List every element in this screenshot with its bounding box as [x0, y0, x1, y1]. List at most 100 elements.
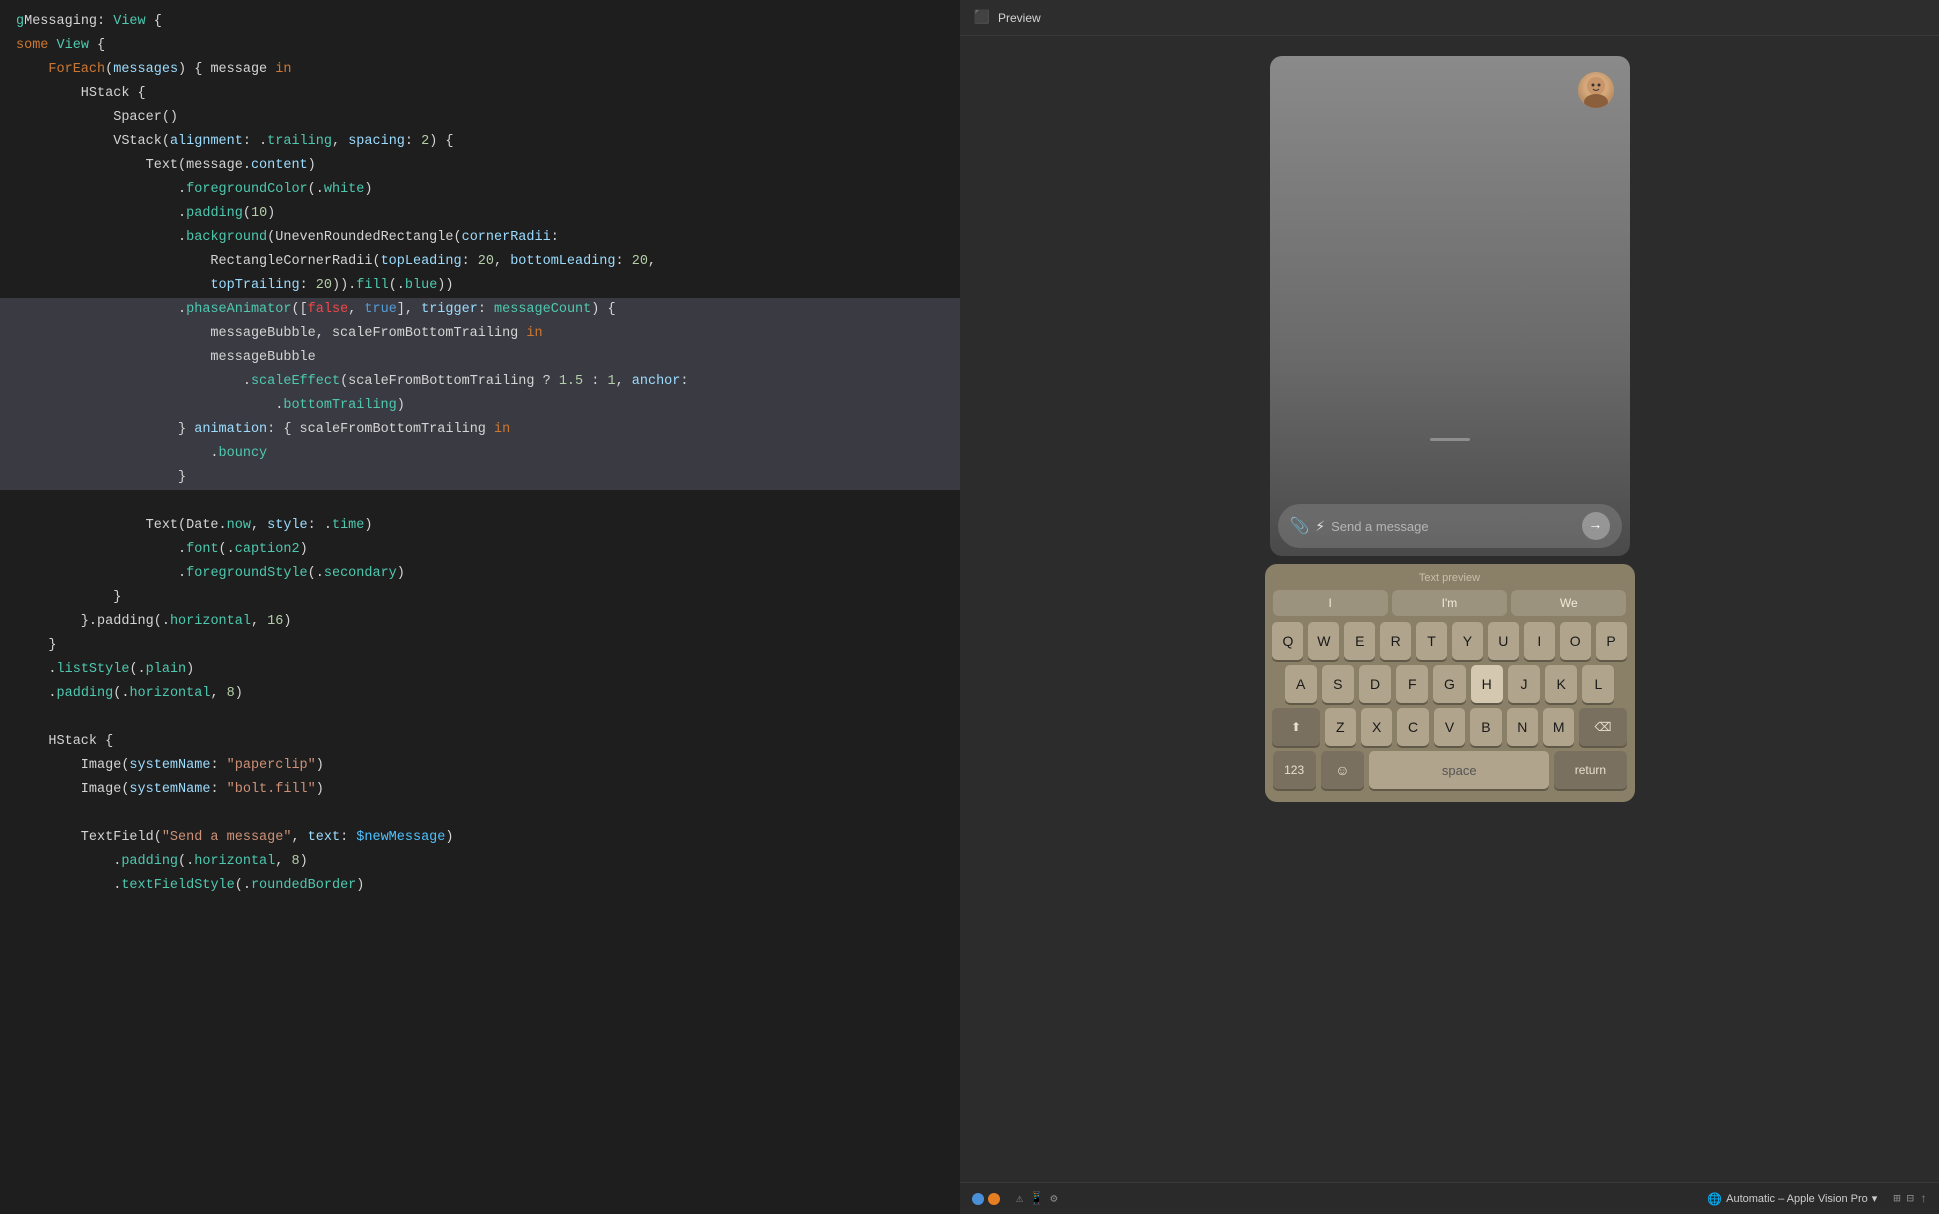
code-editor: gMessaging: View { some View { ForEach(m… [0, 0, 960, 1214]
grid-icon[interactable]: ⊟ [1907, 1191, 1914, 1206]
suggestion-i[interactable]: I [1273, 590, 1388, 616]
key-c[interactable]: C [1397, 708, 1428, 746]
key-u[interactable]: U [1488, 622, 1519, 660]
send-button[interactable]: → [1582, 512, 1610, 540]
code-line: some View { [0, 34, 960, 58]
suggestion-im[interactable]: I'm [1392, 590, 1507, 616]
code-line: TextField("Send a message", text: $newMe… [0, 826, 960, 850]
key-r[interactable]: R [1380, 622, 1411, 660]
key-f[interactable]: F [1396, 665, 1428, 703]
code-line: .background(UnevenRoundedRectangle(corne… [0, 226, 960, 250]
keyboard-row-4: 123 ☺ space return [1273, 751, 1627, 789]
code-line: .foregroundColor(.white) [0, 178, 960, 202]
code-line: } [0, 586, 960, 610]
key-return[interactable]: return [1554, 751, 1626, 789]
main-area: gMessaging: View { some View { ForEach(m… [0, 0, 1939, 1214]
keyboard: Text preview I I'm We Q W E R T Y U [1265, 564, 1635, 802]
code-line-highlighted: } [0, 466, 960, 490]
suggestion-we[interactable]: We [1511, 590, 1626, 616]
key-b[interactable]: B [1470, 708, 1501, 746]
key-space[interactable]: space [1369, 751, 1549, 789]
messages-input-area[interactable]: 📎 ⚡ Send a message → [1278, 504, 1622, 548]
preview-header: ⬛ Preview [960, 0, 1939, 36]
code-line-highlighted: .phaseAnimator([false, true], trigger: m… [0, 298, 960, 322]
status-bar: ⚠ 📱 ⚙ 🌐 Automatic – Apple Vision Pro ▾ ⊞… [960, 1182, 1939, 1214]
key-e[interactable]: E [1344, 622, 1375, 660]
paperclip-icon[interactable]: 📎 [1290, 516, 1310, 536]
key-v[interactable]: V [1434, 708, 1465, 746]
code-line: gMessaging: View { [0, 10, 960, 34]
globe-icon: 🌐 [1707, 1192, 1722, 1206]
right-status-icons: ⊞ ⊟ ↑ [1893, 1191, 1927, 1206]
key-t[interactable]: T [1416, 622, 1447, 660]
code-line: .font(.caption2) [0, 538, 960, 562]
code-line: .foregroundStyle(.secondary) [0, 562, 960, 586]
keyboard-row-3: ⬆ Z X C V B N M ⌫ [1273, 708, 1627, 746]
code-line [0, 802, 960, 826]
key-n[interactable]: N [1507, 708, 1538, 746]
key-h[interactable]: H [1471, 665, 1503, 703]
code-line: Image(systemName: "paperclip") [0, 754, 960, 778]
device-label: Automatic – Apple Vision Pro [1726, 1193, 1868, 1205]
key-s[interactable]: S [1322, 665, 1354, 703]
send-icon: → [1591, 518, 1599, 534]
code-line: } [0, 634, 960, 658]
key-g[interactable]: G [1433, 665, 1465, 703]
key-j[interactable]: J [1508, 665, 1540, 703]
key-delete[interactable]: ⌫ [1579, 708, 1626, 746]
code-line: Text(message.content) [0, 154, 960, 178]
key-l[interactable]: L [1582, 665, 1614, 703]
bolt-icon[interactable]: ⚡ [1315, 516, 1325, 536]
code-line [0, 490, 960, 514]
key-z[interactable]: Z [1325, 708, 1356, 746]
code-line: .padding(.horizontal, 8) [0, 850, 960, 874]
device-selector[interactable]: 🌐 Automatic – Apple Vision Pro ▾ [1707, 1192, 1877, 1206]
key-m[interactable]: M [1543, 708, 1574, 746]
key-shift[interactable]: ⬆ [1272, 708, 1319, 746]
code-line: }.padding(.horizontal, 16) [0, 610, 960, 634]
key-k[interactable]: K [1545, 665, 1577, 703]
code-line: Text(Date.now, style: .time) [0, 514, 960, 538]
code-line: .padding(.horizontal, 8) [0, 682, 960, 706]
keyboard-suggestions: I I'm We [1273, 590, 1627, 616]
keyboard-row-1: Q W E R T Y U I O P [1273, 622, 1627, 660]
scroll-bar [1430, 438, 1470, 441]
code-line: .padding(10) [0, 202, 960, 226]
key-q[interactable]: Q [1272, 622, 1303, 660]
phone-icon: 📱 [1029, 1191, 1044, 1206]
key-d[interactable]: D [1359, 665, 1391, 703]
status-dot-blue [972, 1193, 984, 1205]
status-indicators [972, 1193, 1000, 1205]
code-line: HStack { [0, 82, 960, 106]
code-line: VStack(alignment: .trailing, spacing: 2)… [0, 130, 960, 154]
code-line: Image(systemName: "bolt.fill") [0, 778, 960, 802]
key-p[interactable]: P [1596, 622, 1627, 660]
code-line-highlighted: } animation: { scaleFromBottomTrailing i… [0, 418, 960, 442]
key-x[interactable]: X [1361, 708, 1392, 746]
share-icon[interactable]: ↑ [1920, 1192, 1927, 1206]
code-line: .listStyle(.plain) [0, 658, 960, 682]
key-w[interactable]: W [1308, 622, 1339, 660]
keyboard-preview-label: Text preview [1273, 572, 1627, 584]
key-y[interactable]: Y [1452, 622, 1483, 660]
messages-top [1270, 56, 1630, 496]
message-input-placeholder[interactable]: Send a message [1331, 519, 1581, 534]
code-line: topTrailing: 20)).fill(.blue)) [0, 274, 960, 298]
preview-icon: ⬛ [972, 8, 992, 28]
code-line-highlighted: messageBubble, scaleFromBottomTrailing i… [0, 322, 960, 346]
key-emoji[interactable]: ☺ [1321, 751, 1364, 789]
key-numbers[interactable]: 123 [1273, 751, 1316, 789]
code-line-highlighted: .bottomTrailing) [0, 394, 960, 418]
keyboard-row-2: A S D F G H J K L [1273, 665, 1627, 703]
preview-label: Preview [998, 11, 1041, 25]
messages-preview: 📎 ⚡ Send a message → [1270, 56, 1630, 556]
code-line: RectangleCornerRadii(topLeading: 20, bot… [0, 250, 960, 274]
code-line-highlighted: messageBubble [0, 346, 960, 370]
expand-icon[interactable]: ⊞ [1893, 1191, 1900, 1206]
key-a[interactable]: A [1285, 665, 1317, 703]
warning-icon: ⚠ [1016, 1191, 1023, 1206]
code-line: Spacer() [0, 106, 960, 130]
code-line-highlighted: .bouncy [0, 442, 960, 466]
key-i[interactable]: I [1524, 622, 1555, 660]
key-o[interactable]: O [1560, 622, 1591, 660]
